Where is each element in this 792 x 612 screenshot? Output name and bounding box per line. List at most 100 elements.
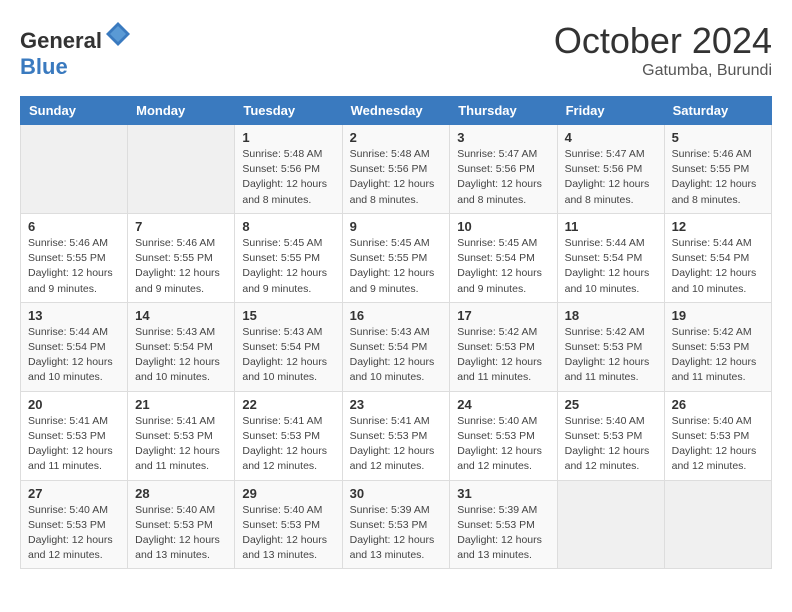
day-detail: Sunrise: 5:41 AMSunset: 5:53 PMDaylight:… — [28, 414, 120, 475]
day-number: 24 — [457, 397, 549, 412]
calendar-cell: 31 Sunrise: 5:39 AMSunset: 5:53 PMDayligh… — [450, 480, 557, 569]
calendar-cell: 9Sunrise: 5:45 AMSunset: 5:55 PMDaylight… — [342, 213, 450, 302]
day-number: 27 — [28, 486, 120, 501]
day-number: 14 — [135, 308, 227, 323]
week-row-2: 6Sunrise: 5:46 AMSunset: 5:55 PMDaylight… — [21, 213, 772, 302]
day-number: 19 — [672, 308, 764, 323]
day-number: 31 — [457, 486, 549, 501]
day-detail: Sunrise: 5:43 AMSunset: 5:54 PMDaylight:… — [350, 325, 443, 386]
day-number: 15 — [242, 308, 334, 323]
calendar-cell: 13Sunrise: 5:44 AMSunset: 5:54 PMDayligh… — [21, 302, 128, 391]
day-number: 8 — [242, 219, 334, 234]
day-number: 2 — [350, 130, 443, 145]
calendar-cell: 24 Sunrise: 5:40 AMSunset: 5:53 PMDayligh… — [450, 391, 557, 480]
calendar-cell: 16 Sunrise: 5:43 AMSunset: 5:54 PMDayligh… — [342, 302, 450, 391]
title-section: October 2024 Gatumba, Burundi — [554, 20, 772, 80]
calendar-body: 1 Sunrise: 5:48 AMSunset: 5:56 PMDaylight… — [21, 125, 772, 569]
day-detail: Sunrise: 5:40 AMSunset: 5:53 PMDaylight:… — [565, 414, 657, 475]
day-of-week-wednesday: Wednesday — [342, 97, 450, 125]
logo-general: General — [20, 28, 102, 53]
calendar-cell: 28 Sunrise: 5:40 AMSunset: 5:53 PMDayligh… — [128, 480, 235, 569]
day-number: 18 — [565, 308, 657, 323]
calendar-cell: 26Sunrise: 5:40 AMSunset: 5:53 PMDayligh… — [664, 391, 771, 480]
day-detail: Sunrise: 5:47 AMSunset: 5:56 PMDaylight:… — [565, 147, 657, 208]
day-of-week-monday: Monday — [128, 97, 235, 125]
day-of-week-thursday: Thursday — [450, 97, 557, 125]
day-number: 11 — [565, 219, 657, 234]
logo-text: General Blue — [20, 20, 132, 80]
day-number: 25 — [565, 397, 657, 412]
week-row-3: 13Sunrise: 5:44 AMSunset: 5:54 PMDayligh… — [21, 302, 772, 391]
day-number: 16 — [350, 308, 443, 323]
day-number: 29 — [242, 486, 334, 501]
calendar-cell: 15 Sunrise: 5:43 AMSunset: 5:54 PMDayligh… — [235, 302, 342, 391]
day-detail: Sunrise: 5:39 AMSunset: 5:53 PMDaylight:… — [457, 503, 549, 564]
day-number: 17 — [457, 308, 549, 323]
day-of-week-saturday: Saturday — [664, 97, 771, 125]
calendar-cell: 23Sunrise: 5:41 AMSunset: 5:53 PMDayligh… — [342, 391, 450, 480]
day-of-week-friday: Friday — [557, 97, 664, 125]
day-detail: Sunrise: 5:40 AMSunset: 5:53 PMDaylight:… — [242, 503, 334, 564]
calendar-cell: 8 Sunrise: 5:45 AMSunset: 5:55 PMDaylight… — [235, 213, 342, 302]
day-number: 13 — [28, 308, 120, 323]
calendar-cell: 27 Sunrise: 5:40 AMSunset: 5:53 PMDayligh… — [21, 480, 128, 569]
day-number: 7 — [135, 219, 227, 234]
day-number: 5 — [672, 130, 764, 145]
calendar-cell: 3 Sunrise: 5:47 AMSunset: 5:56 PMDaylight… — [450, 125, 557, 214]
page-header: General Blue October 2024 Gatumba, Burun… — [20, 20, 772, 80]
day-number: 28 — [135, 486, 227, 501]
month-title: October 2024 — [554, 20, 772, 62]
location-title: Gatumba, Burundi — [554, 62, 772, 80]
calendar-cell — [21, 125, 128, 214]
day-number: 3 — [457, 130, 549, 145]
day-detail: Sunrise: 5:40 AMSunset: 5:53 PMDaylight:… — [28, 503, 120, 564]
calendar-cell: 5 Sunrise: 5:46 AMSunset: 5:55 PMDaylight… — [664, 125, 771, 214]
day-number: 23 — [350, 397, 443, 412]
calendar-cell — [557, 480, 664, 569]
day-detail: Sunrise: 5:40 AMSunset: 5:53 PMDaylight:… — [135, 503, 227, 564]
logo-icon — [104, 20, 132, 48]
day-detail: Sunrise: 5:46 AMSunset: 5:55 PMDaylight:… — [135, 236, 227, 297]
day-of-week-sunday: Sunday — [21, 97, 128, 125]
day-detail: Sunrise: 5:41 AMSunset: 5:53 PMDaylight:… — [242, 414, 334, 475]
calendar-cell — [664, 480, 771, 569]
day-number: 22 — [242, 397, 334, 412]
calendar-cell: 21 Sunrise: 5:41 AMSunset: 5:53 PMDayligh… — [128, 391, 235, 480]
day-number: 12 — [672, 219, 764, 234]
day-number: 10 — [457, 219, 549, 234]
day-number: 20 — [28, 397, 120, 412]
day-number: 21 — [135, 397, 227, 412]
day-detail: Sunrise: 5:47 AMSunset: 5:56 PMDaylight:… — [457, 147, 549, 208]
day-detail: Sunrise: 5:43 AMSunset: 5:54 PMDaylight:… — [242, 325, 334, 386]
day-number: 9 — [350, 219, 443, 234]
calendar-cell: 1 Sunrise: 5:48 AMSunset: 5:56 PMDaylight… — [235, 125, 342, 214]
day-detail: Sunrise: 5:42 AMSunset: 5:53 PMDaylight:… — [565, 325, 657, 386]
day-detail: Sunrise: 5:46 AMSunset: 5:55 PMDaylight:… — [672, 147, 764, 208]
calendar-header: SundayMondayTuesdayWednesdayThursdayFrid… — [21, 97, 772, 125]
calendar-cell: 18 Sunrise: 5:42 AMSunset: 5:53 PMDayligh… — [557, 302, 664, 391]
day-detail: Sunrise: 5:41 AMSunset: 5:53 PMDaylight:… — [135, 414, 227, 475]
days-of-week-row: SundayMondayTuesdayWednesdayThursdayFrid… — [21, 97, 772, 125]
week-row-1: 1 Sunrise: 5:48 AMSunset: 5:56 PMDaylight… — [21, 125, 772, 214]
day-detail: Sunrise: 5:39 AMSunset: 5:53 PMDaylight:… — [350, 503, 443, 564]
day-number: 1 — [242, 130, 334, 145]
calendar-cell: 20 Sunrise: 5:41 AMSunset: 5:53 PMDayligh… — [21, 391, 128, 480]
day-detail: Sunrise: 5:42 AMSunset: 5:53 PMDaylight:… — [457, 325, 549, 386]
calendar-cell: 12 Sunrise: 5:44 AMSunset: 5:54 PMDayligh… — [664, 213, 771, 302]
calendar-cell: 7 Sunrise: 5:46 AMSunset: 5:55 PMDaylight… — [128, 213, 235, 302]
calendar-cell: 29 Sunrise: 5:40 AMSunset: 5:53 PMDayligh… — [235, 480, 342, 569]
week-row-5: 27 Sunrise: 5:40 AMSunset: 5:53 PMDayligh… — [21, 480, 772, 569]
day-detail: Sunrise: 5:46 AMSunset: 5:55 PMDaylight:… — [28, 236, 120, 297]
calendar-cell: 6Sunrise: 5:46 AMSunset: 5:55 PMDaylight… — [21, 213, 128, 302]
calendar-table: SundayMondayTuesdayWednesdayThursdayFrid… — [20, 96, 772, 569]
day-detail: Sunrise: 5:40 AMSunset: 5:53 PMDaylight:… — [457, 414, 549, 475]
day-detail: Sunrise: 5:48 AMSunset: 5:56 PMDaylight:… — [242, 147, 334, 208]
week-row-4: 20 Sunrise: 5:41 AMSunset: 5:53 PMDayligh… — [21, 391, 772, 480]
calendar-cell: 4Sunrise: 5:47 AMSunset: 5:56 PMDaylight… — [557, 125, 664, 214]
day-detail: Sunrise: 5:45 AMSunset: 5:55 PMDaylight:… — [242, 236, 334, 297]
calendar-cell: 17 Sunrise: 5:42 AMSunset: 5:53 PMDayligh… — [450, 302, 557, 391]
calendar-cell: 14Sunrise: 5:43 AMSunset: 5:54 PMDayligh… — [128, 302, 235, 391]
day-number: 30 — [350, 486, 443, 501]
calendar-cell: 25 Sunrise: 5:40 AMSunset: 5:53 PMDayligh… — [557, 391, 664, 480]
day-detail: Sunrise: 5:44 AMSunset: 5:54 PMDaylight:… — [672, 236, 764, 297]
